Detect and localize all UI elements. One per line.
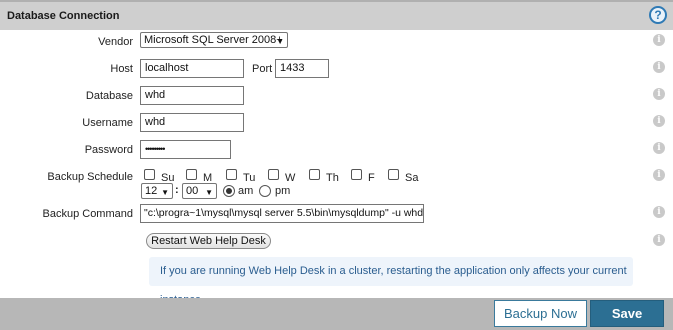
day-checkbox-f[interactable] xyxy=(351,169,362,180)
day-checkbox-th[interactable] xyxy=(309,169,320,180)
day-label-w: W xyxy=(285,172,296,184)
database-label: Database xyxy=(85,90,133,102)
day-checkbox-su[interactable] xyxy=(144,169,155,180)
host-label: Host xyxy=(110,63,133,75)
password-label: Password xyxy=(84,144,133,156)
hour-select-value: 12 xyxy=(145,185,158,197)
chevron-down-icon: ▼ xyxy=(205,188,213,197)
chevron-down-icon: ▼ xyxy=(161,188,169,197)
day-label-f: F xyxy=(368,172,375,184)
info-icon[interactable]: i xyxy=(653,169,665,181)
info-icon[interactable]: i xyxy=(653,142,665,154)
pm-label: pm xyxy=(275,185,291,197)
day-checkbox-tu[interactable] xyxy=(226,169,237,180)
am-radio[interactable] xyxy=(223,185,235,197)
backup-command-label: Backup Command xyxy=(42,208,134,220)
vendor-select-value: Microsoft SQL Server 2008+ xyxy=(144,34,283,46)
database-input[interactable]: whd xyxy=(140,86,244,105)
minute-select[interactable]: 00 ▼ xyxy=(182,183,217,199)
chevron-down-icon: ▼ xyxy=(276,37,284,46)
day-label-sa: Sa xyxy=(405,172,419,184)
backup-command-input[interactable]: "c:\progra~1\mysql\mysql server 5.5\bin\… xyxy=(140,204,424,223)
save-button[interactable]: Save xyxy=(590,300,664,327)
backup-now-button[interactable]: Backup Now xyxy=(494,300,587,327)
password-input[interactable]: ••••••••• xyxy=(140,140,231,159)
cluster-note: If you are running Web Help Desk in a cl… xyxy=(149,257,633,306)
section-title: Database Connection xyxy=(7,10,120,22)
day-checkbox-m[interactable] xyxy=(186,169,197,180)
day-label-tu: Tu xyxy=(243,172,256,184)
username-input[interactable]: whd xyxy=(140,113,244,132)
am-label: am xyxy=(238,185,254,197)
day-label-th: Th xyxy=(326,172,339,184)
info-icon[interactable]: i xyxy=(653,61,665,73)
backup-schedule-label: Backup Schedule xyxy=(47,171,133,183)
day-checkbox-w[interactable] xyxy=(268,169,279,180)
info-icon[interactable]: i xyxy=(653,34,665,46)
day-checkbox-sa[interactable] xyxy=(388,169,399,180)
info-icon[interactable]: i xyxy=(653,206,665,218)
port-input[interactable]: 1433 xyxy=(275,59,329,78)
info-icon[interactable]: i xyxy=(653,88,665,100)
section-header: Database Connection xyxy=(0,0,673,30)
port-label: Port xyxy=(252,63,273,75)
restart-button[interactable]: Restart Web Help Desk xyxy=(146,233,271,249)
info-icon[interactable]: i xyxy=(653,115,665,127)
hour-select[interactable]: 12 ▼ xyxy=(141,183,173,199)
help-icon[interactable]: ? xyxy=(649,6,667,24)
info-icon[interactable]: i xyxy=(653,234,665,246)
vendor-select[interactable]: Microsoft SQL Server 2008+ ▼ xyxy=(140,32,288,48)
minute-select-value: 00 xyxy=(186,185,199,197)
pm-radio[interactable] xyxy=(259,185,271,197)
vendor-label: Vendor xyxy=(98,36,133,48)
host-input[interactable]: localhost xyxy=(140,59,244,78)
username-label: Username xyxy=(82,117,133,129)
time-separator: : xyxy=(175,184,179,196)
